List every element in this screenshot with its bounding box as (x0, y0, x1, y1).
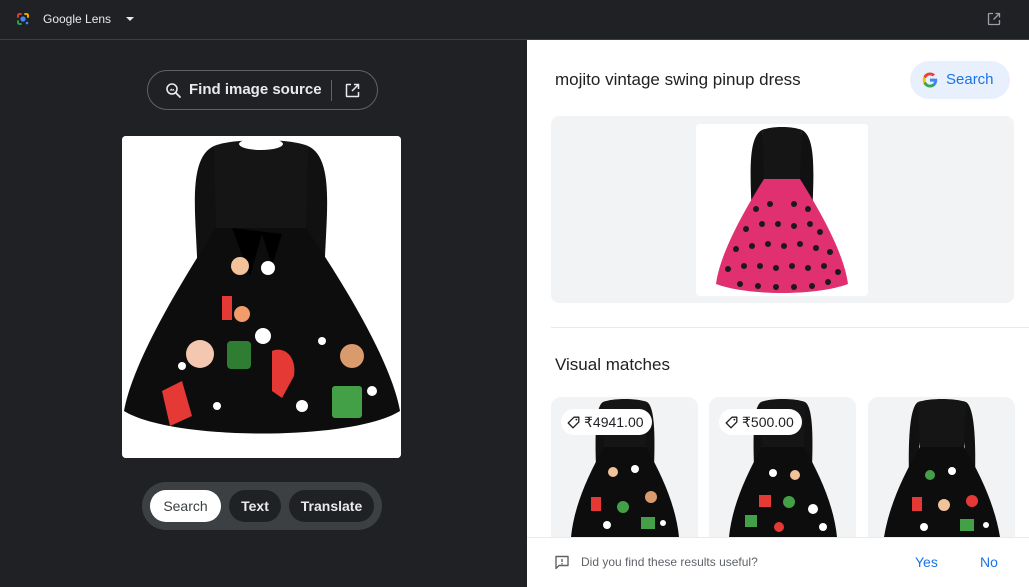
feedback-question: Did you find these results useful? (581, 555, 758, 569)
lens-mode-selector: Search Text Translate (142, 482, 382, 530)
open-in-new-icon[interactable] (986, 11, 1002, 27)
product-image[interactable] (696, 124, 868, 296)
results-panel: mojito vintage swing pinup dress Search (527, 40, 1029, 587)
product-result-card[interactable] (551, 116, 1014, 303)
crop-handle[interactable] (379, 136, 401, 158)
tab-translate[interactable]: Translate (289, 490, 374, 522)
open-in-new-icon[interactable] (344, 82, 361, 99)
search-button-label: Search (946, 71, 994, 88)
crop-handle[interactable] (122, 136, 144, 158)
find-image-source-label: Find image source (189, 81, 322, 98)
feedback-bar: Did you find these results useful? Yes N… (527, 537, 1029, 587)
tab-text[interactable]: Text (229, 490, 281, 522)
price-tag: ₹4941.00 (561, 409, 652, 435)
crop-handle[interactable] (122, 436, 144, 458)
google-g-icon (922, 72, 938, 88)
feedback-yes-button[interactable]: Yes (915, 554, 938, 570)
image-panel: Find image source Search Text Translate (0, 40, 527, 587)
section-divider (551, 327, 1029, 328)
tab-search[interactable]: Search (150, 490, 221, 522)
selected-image-preview[interactable] (122, 136, 401, 458)
visual-matches-heading: Visual matches (555, 355, 670, 374)
visual-match-card[interactable]: ₹4941.00 (551, 397, 698, 547)
visual-match-image (884, 399, 1000, 545)
visual-match-card[interactable] (868, 397, 1015, 547)
polka-dot-dress-image (696, 124, 868, 296)
price: ₹500.00 (742, 413, 794, 430)
feedback-icon (555, 555, 569, 570)
divider (331, 80, 332, 101)
price-tag-icon (725, 416, 738, 428)
google-lens-logo-icon (17, 13, 29, 25)
feedback-no-button[interactable]: No (980, 554, 998, 570)
search-query: mojito vintage swing pinup dress (555, 70, 801, 89)
image-search-icon (166, 83, 181, 98)
price: ₹4941.00 (584, 413, 644, 430)
price-tag-icon (567, 416, 580, 428)
visual-match-card[interactable]: ₹500.00 (709, 397, 856, 547)
app-title[interactable]: Google Lens (43, 12, 111, 26)
dress-image (122, 136, 401, 458)
find-image-source-button[interactable]: Find image source (147, 70, 378, 110)
google-search-button[interactable]: Search (910, 61, 1010, 99)
caret-down-icon[interactable] (124, 13, 136, 25)
top-bar: Google Lens (0, 0, 1029, 40)
price-tag: ₹500.00 (719, 409, 802, 435)
crop-handle[interactable] (379, 436, 401, 458)
